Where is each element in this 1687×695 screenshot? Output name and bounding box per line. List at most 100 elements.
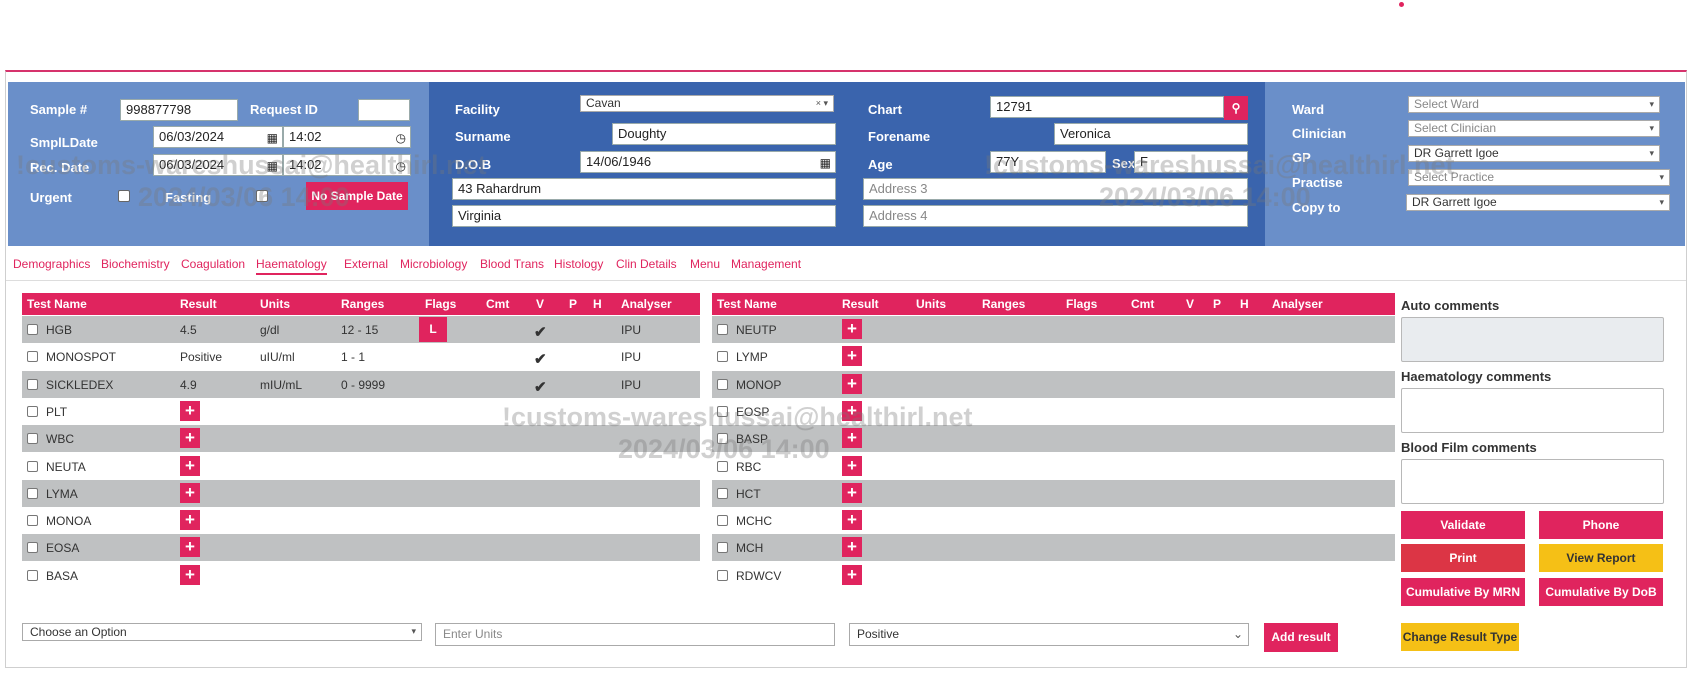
dob-input[interactable]: 14/06/1946 ▦ <box>580 151 836 173</box>
option-select[interactable]: Choose an Option ▾ <box>22 623 422 641</box>
tab-external[interactable]: External <box>344 257 388 271</box>
row-checkbox[interactable] <box>717 487 728 499</box>
haem-comments-textarea[interactable] <box>1401 388 1664 433</box>
add-icon[interactable]: + <box>842 537 862 558</box>
tab-haematology[interactable]: Haematology <box>256 257 327 275</box>
address3-input[interactable]: Address 3 <box>863 178 1248 200</box>
gp-select[interactable]: DR Garrett Igoe ▾ <box>1408 145 1660 162</box>
add-icon[interactable]: + <box>842 510 862 531</box>
add-icon[interactable]: + <box>180 564 200 585</box>
add-icon[interactable]: + <box>842 455 862 476</box>
row-checkbox[interactable] <box>27 515 38 527</box>
clear-chevron-icon[interactable]: × ▾ <box>816 96 828 111</box>
rec-time-input[interactable]: 14:02 ◷ <box>283 154 411 176</box>
phone-button[interactable]: Phone <box>1539 511 1663 539</box>
surname-label: Surname <box>455 129 511 144</box>
row-checkbox[interactable] <box>27 405 38 417</box>
smpl-time-input[interactable]: 14:02 ◷ <box>283 126 411 148</box>
tab-menu[interactable]: Menu <box>690 257 720 271</box>
add-icon[interactable]: + <box>842 428 862 449</box>
add-icon[interactable]: + <box>842 400 862 421</box>
add-result-button[interactable]: Add result <box>1264 623 1338 652</box>
surname-input[interactable]: Doughty <box>612 123 836 145</box>
test-name: LYMA <box>46 486 78 501</box>
add-icon[interactable]: + <box>842 482 862 503</box>
test-name: SICKLEDEX <box>46 377 114 392</box>
column-header: Analyser <box>621 297 672 311</box>
practise-select[interactable]: Select Practice ▾ <box>1408 169 1670 186</box>
rec-date-input[interactable]: 06/03/2024 ▦ <box>153 154 283 176</box>
sample-input[interactable]: 998877798 <box>120 99 238 121</box>
change-result-type-button[interactable]: Change Result Type <box>1401 623 1519 651</box>
row-checkbox[interactable] <box>27 487 38 499</box>
row-checkbox[interactable] <box>717 515 728 527</box>
chart-input[interactable]: 12791 <box>990 96 1224 118</box>
tab-histology[interactable]: Histology <box>554 257 603 271</box>
flag-badge[interactable]: L <box>419 317 447 342</box>
row-checkbox[interactable] <box>717 378 728 390</box>
row-checkbox[interactable] <box>27 378 38 390</box>
tab-demographics[interactable]: Demographics <box>13 257 90 271</box>
request-id-input[interactable] <box>358 99 410 121</box>
add-icon[interactable]: + <box>842 373 862 394</box>
validate-button[interactable]: Validate <box>1401 511 1525 539</box>
cumulative-mrn-button[interactable]: Cumulative By MRN <box>1401 578 1525 606</box>
tab-coagulation[interactable]: Coagulation <box>181 257 245 271</box>
print-button[interactable]: Print <box>1401 544 1525 572</box>
facility-select[interactable]: Cavan × ▾ <box>580 95 834 112</box>
forename-input[interactable]: Veronica <box>1054 123 1248 145</box>
row-checkbox[interactable] <box>717 324 728 335</box>
row-checkbox[interactable] <box>27 351 38 363</box>
row-checkbox[interactable] <box>27 569 38 581</box>
add-icon[interactable]: + <box>180 400 200 421</box>
add-icon[interactable]: + <box>180 455 200 476</box>
row-checkbox[interactable] <box>717 405 728 417</box>
add-icon[interactable]: + <box>842 564 862 585</box>
row-checkbox[interactable] <box>717 433 728 445</box>
row-checkbox[interactable] <box>717 351 728 363</box>
add-icon[interactable]: + <box>842 319 862 339</box>
blood-film-textarea[interactable] <box>1401 459 1664 504</box>
clinician-select[interactable]: Select Clinician ▾ <box>1408 120 1660 137</box>
tab-management[interactable]: Management <box>731 257 801 271</box>
add-icon[interactable]: + <box>180 510 200 531</box>
row-checkbox[interactable] <box>717 569 728 581</box>
check-icon: ✔ <box>534 324 547 341</box>
ward-select[interactable]: Select Ward ▾ <box>1408 96 1660 113</box>
row-checkbox[interactable] <box>27 460 38 472</box>
sex-input[interactable]: F <box>1134 151 1248 173</box>
column-header: Flags <box>425 297 457 311</box>
address2-input[interactable]: Virginia <box>452 205 836 227</box>
row-checkbox[interactable] <box>27 542 38 554</box>
add-icon[interactable]: + <box>180 537 200 558</box>
tab-biochemistry[interactable]: Biochemistry <box>101 257 170 271</box>
tab-blood-trans[interactable]: Blood Trans <box>480 257 544 271</box>
table-row: EOSA + <box>22 534 700 562</box>
auto-comments-textarea[interactable] <box>1401 317 1664 362</box>
add-icon[interactable]: + <box>180 482 200 503</box>
ranges-value: 1 - 1 <box>341 350 366 365</box>
smpl-date-input[interactable]: 06/03/2024 ▦ <box>153 126 283 148</box>
cumulative-dob-button[interactable]: Cumulative By DoB <box>1539 578 1663 606</box>
table-row: MONOP + <box>712 370 1395 398</box>
row-checkbox[interactable] <box>717 542 728 554</box>
add-icon[interactable]: + <box>842 346 862 367</box>
no-sample-date-button[interactable]: No Sample Date <box>306 182 408 210</box>
address4-input[interactable]: Address 4 <box>863 205 1248 227</box>
urgent-checkbox[interactable] <box>118 190 130 202</box>
row-checkbox[interactable] <box>27 324 38 335</box>
search-icon[interactable]: ⚲ <box>1224 96 1248 120</box>
fasting-checkbox[interactable] <box>256 190 268 202</box>
row-checkbox[interactable] <box>27 433 38 445</box>
tab-microbiology[interactable]: Microbiology <box>400 257 467 271</box>
row-checkbox[interactable] <box>717 460 728 472</box>
age-input[interactable]: 77Y <box>990 151 1106 173</box>
tab-clin-details[interactable]: Clin Details <box>616 257 677 271</box>
test-name: MCHC <box>736 514 772 529</box>
units-input[interactable]: Enter Units <box>435 623 835 646</box>
result-select[interactable]: Positive ⌄ <box>849 623 1249 646</box>
add-icon[interactable]: + <box>180 428 200 449</box>
copy-to-select[interactable]: DR Garrett Igoe ▾ <box>1406 194 1670 211</box>
view-report-button[interactable]: View Report <box>1539 544 1663 572</box>
address1-input[interactable]: 43 Rahardrum <box>452 178 836 200</box>
